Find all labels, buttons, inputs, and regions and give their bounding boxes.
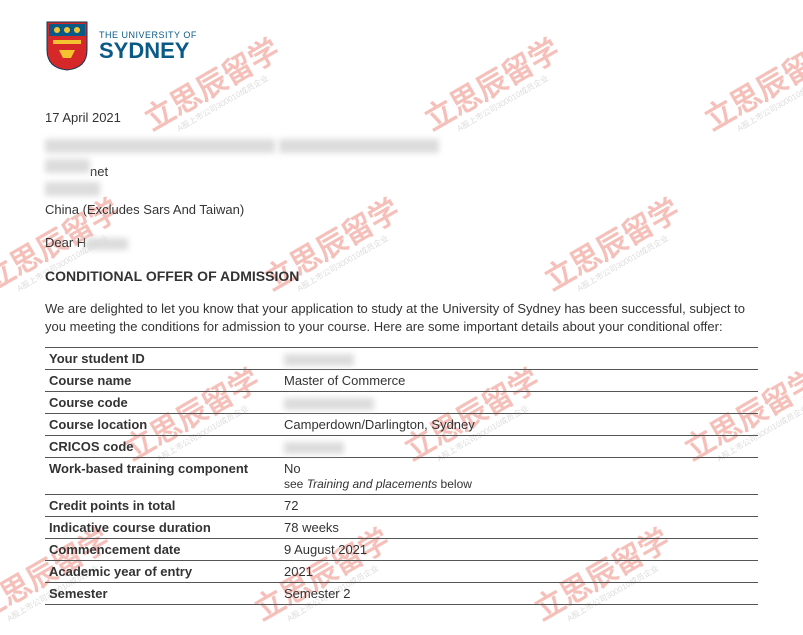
table-row: CRICOS code xyxy=(45,436,758,458)
table-row: Work-based training component No see Tra… xyxy=(45,458,758,495)
shield-icon xyxy=(45,20,89,72)
label-course-name: Course name xyxy=(45,370,280,392)
redacted-value xyxy=(284,442,344,454)
redacted-value xyxy=(284,354,354,366)
table-row: Course name Master of Commerce xyxy=(45,370,758,392)
table-row: Semester Semester 2 xyxy=(45,583,758,605)
label-semester: Semester xyxy=(45,583,280,605)
value-student-id xyxy=(280,348,758,370)
table-row: Indicative course duration 78 weeks xyxy=(45,517,758,539)
university-name: SYDNEY xyxy=(99,40,197,62)
value-work-based: No see Training and placements below xyxy=(280,458,758,495)
label-academic-year: Academic year of entry xyxy=(45,561,280,583)
table-row: Academic year of entry 2021 xyxy=(45,561,758,583)
value-course-name: Master of Commerce xyxy=(280,370,758,392)
label-credit-points: Credit points in total xyxy=(45,495,280,517)
address-country: China (Excludes Sars And Taiwan) xyxy=(45,202,758,217)
table-row: Course location Camperdown/Darlington, S… xyxy=(45,414,758,436)
label-cricos-code: CRICOS code xyxy=(45,436,280,458)
intro-paragraph: We are delighted to let you know that yo… xyxy=(45,300,758,335)
value-duration: 78 weeks xyxy=(280,517,758,539)
redacted-value xyxy=(284,398,374,410)
label-course-code: Course code xyxy=(45,392,280,414)
offer-details-table: Your student ID Course name Master of Co… xyxy=(45,347,758,605)
table-row: Commencement date 9 August 2021 xyxy=(45,539,758,561)
label-course-location: Course location xyxy=(45,414,280,436)
address-net-suffix: net xyxy=(90,164,108,179)
redacted-line xyxy=(279,139,439,153)
university-logo: THE UNIVERSITY OF SYDNEY xyxy=(45,20,758,72)
value-cricos-code xyxy=(280,436,758,458)
label-commencement: Commencement date xyxy=(45,539,280,561)
table-row: Your student ID xyxy=(45,348,758,370)
value-academic-year: 2021 xyxy=(280,561,758,583)
value-commencement: 9 August 2021 xyxy=(280,539,758,561)
value-course-code xyxy=(280,392,758,414)
letter-date: 17 April 2021 xyxy=(45,110,758,125)
value-course-location: Camperdown/Darlington, Sydney xyxy=(280,414,758,436)
value-credit-points: 72 xyxy=(280,495,758,517)
redacted-name xyxy=(86,238,128,250)
value-semester: Semester 2 xyxy=(280,583,758,605)
recipient-block: net China (Excludes Sars And Taiwan) xyxy=(45,139,758,217)
salutation: Dear H xyxy=(45,235,758,250)
redacted-line xyxy=(45,182,100,196)
table-row: Credit points in total 72 xyxy=(45,495,758,517)
redacted-line xyxy=(45,159,90,173)
redacted-line xyxy=(45,139,275,153)
label-student-id: Your student ID xyxy=(45,348,280,370)
label-work-based: Work-based training component xyxy=(45,458,280,495)
table-row: Course code xyxy=(45,392,758,414)
label-duration: Indicative course duration xyxy=(45,517,280,539)
offer-title: CONDITIONAL OFFER OF ADMISSION xyxy=(45,268,758,284)
